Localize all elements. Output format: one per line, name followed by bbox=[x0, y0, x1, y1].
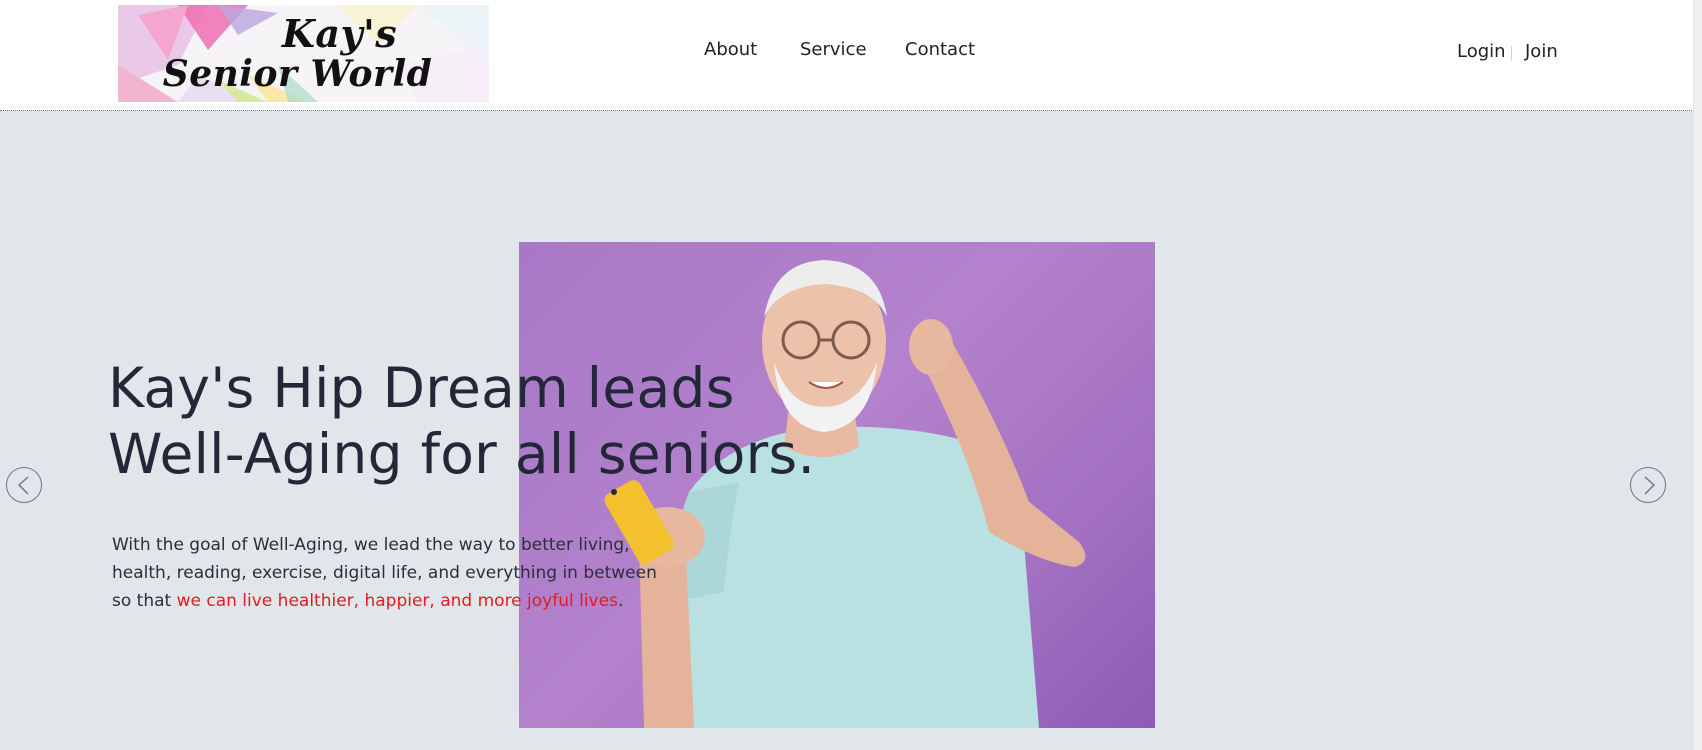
chevron-left-icon bbox=[17, 476, 29, 495]
subtext-line-3-prefix: so that bbox=[112, 591, 177, 611]
site-logo[interactable]: Kay's Senior World bbox=[118, 5, 489, 102]
slider-next-button[interactable] bbox=[1630, 467, 1666, 503]
hero-headline: Kay's Hip Dream leads Well-Aging for all… bbox=[108, 355, 928, 487]
subtext-line-3: so that we can live healthier, happier, … bbox=[112, 587, 672, 615]
logo-line-2: Senior World bbox=[162, 53, 433, 95]
nav-contact[interactable]: Contact bbox=[905, 39, 975, 60]
subtext-highlight: we can live healthier, happier, and more… bbox=[176, 591, 618, 611]
page-scrollbar[interactable] bbox=[1693, 0, 1702, 750]
subtext-line-3-suffix: . bbox=[617, 591, 624, 611]
subtext-line-1: With the goal of Well-Aging, we lead the… bbox=[112, 535, 630, 555]
site-header: Kay's Senior World About Service Contact… bbox=[0, 0, 1694, 111]
headline-line-2: Well-Aging for all seniors. bbox=[108, 422, 816, 486]
join-link[interactable]: Join bbox=[1525, 41, 1558, 62]
nav-service[interactable]: Service bbox=[800, 39, 867, 60]
slider-prev-button[interactable] bbox=[6, 467, 42, 503]
logo-line-1: Kay's bbox=[281, 11, 398, 56]
subtext-line-2: health, reading, exercise, digital life,… bbox=[112, 563, 657, 583]
hero-subtext: With the goal of Well-Aging, we lead the… bbox=[112, 531, 672, 615]
login-link[interactable]: Login bbox=[1457, 41, 1506, 62]
headline-line-1: Kay's Hip Dream leads bbox=[108, 356, 735, 420]
auth-divider bbox=[1511, 46, 1512, 61]
chevron-right-icon bbox=[1644, 476, 1656, 495]
nav-about[interactable]: About bbox=[704, 39, 757, 60]
hero-slider: Kay's Hip Dream leads Well-Aging for all… bbox=[0, 111, 1694, 750]
